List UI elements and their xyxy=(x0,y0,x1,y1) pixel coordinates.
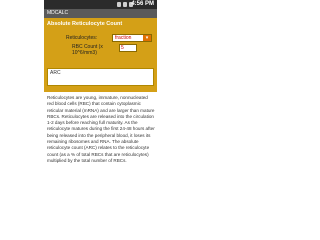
arc-result-label: ARC xyxy=(50,70,61,76)
reticulocytes-unit-select[interactable]: fraction ▾ xyxy=(112,34,152,42)
info-paragraph: Reticulocytes are young, immature, nonnu… xyxy=(47,95,155,163)
form-header: Absolute Reticulocyte Count xyxy=(47,21,123,27)
app-title: MDCALC xyxy=(47,10,69,16)
rbc-count-label: RBC Count (x 10^6/mm3) xyxy=(72,44,103,56)
wifi-icon xyxy=(123,2,127,7)
rbc-count-input[interactable]: 5 xyxy=(119,44,137,52)
app-bar: MDCALC xyxy=(44,9,157,18)
arc-result-box: ARC xyxy=(47,68,154,86)
status-bar: 4:56 PM xyxy=(44,0,157,9)
status-time: 4:56 PM xyxy=(131,1,154,7)
chevron-down-icon: ▾ xyxy=(143,35,151,41)
signal-icon xyxy=(117,2,121,7)
reticulocytes-unit-value: fraction xyxy=(115,35,132,41)
reticulocytes-label: Reticulocytes: xyxy=(66,35,98,41)
phone-screen: 4:56 PM MDCALC Absolute Reticulocyte Cou… xyxy=(44,0,157,200)
